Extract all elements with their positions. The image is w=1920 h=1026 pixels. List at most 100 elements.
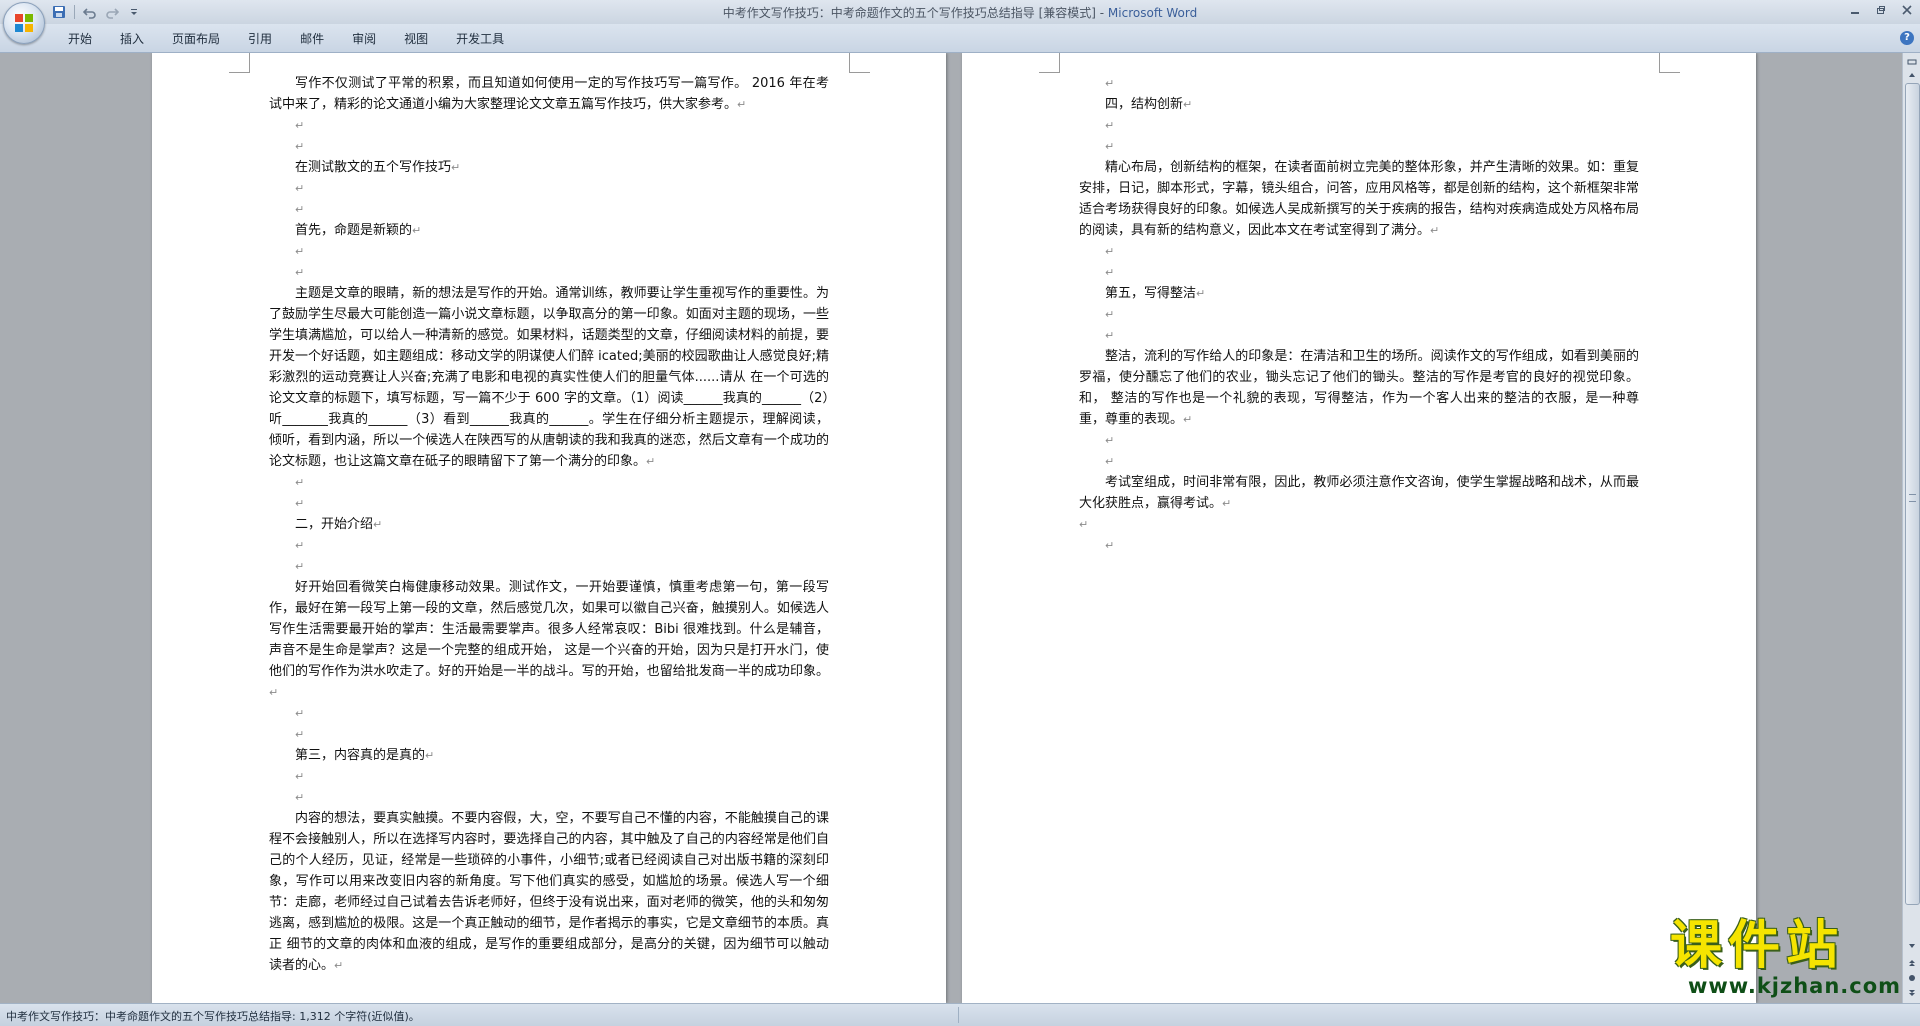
empty-paragraph[interactable]: ↵ [269,703,829,724]
paragraph[interactable]: 写作不仅测试了平常的积累，而且知道如何使用一定的写作技巧写一篇写作。 2016 … [269,73,829,115]
scroll-up-button[interactable] [1904,67,1919,82]
paragraph-mark-icon: ↵ [295,770,305,783]
empty-paragraph[interactable]: ↵ [1079,325,1639,346]
close-button[interactable] [1898,2,1916,18]
document-page-right[interactable]: ↵ 四，结构创新↵ ↵ ↵ 精心布局，创新结构的框架，在读者面前树立完美的整体形象，并产… [962,53,1756,1003]
paragraph[interactable]: 主题是文章的眼睛，新的想法是写作的开始。通常训练，教师要让学生重视写作的重要性。… [269,283,829,472]
empty-paragraph[interactable]: ↵ [269,535,829,556]
watermark-logo-text: 课件站 [1670,916,1845,976]
office-button[interactable] [3,2,45,44]
paragraph-mark-icon: ↵ [334,959,344,972]
paragraph-mark-icon: ↵ [1105,266,1115,279]
paragraph-text: 考试室组成，时间非常有限，因此，教师必须注意作文咨询，使学生掌握战略和战术，从而… [1079,475,1639,511]
empty-paragraph[interactable]: ↵ [269,556,829,577]
empty-paragraph[interactable]: ↵ [269,136,829,157]
paragraph-mark-icon: ↵ [295,203,305,216]
crop-mark [229,53,250,73]
paragraph-mark-icon: ↵ [1079,518,1089,531]
empty-paragraph[interactable]: ↵ [269,241,829,262]
tab-home[interactable]: 开始 [54,30,106,48]
scrollbar-grip [1909,494,1916,502]
paragraph[interactable]: 第五，写得整洁↵ [1079,283,1639,304]
help-icon[interactable]: ? [1900,31,1914,45]
paragraph-mark-icon: ↵ [1105,119,1115,132]
empty-paragraph[interactable]: ↵ [1079,115,1639,136]
empty-paragraph[interactable]: ↵ [269,766,829,787]
paragraph[interactable]: 考试室组成，时间非常有限，因此，教师必须注意作文咨询，使学生掌握战略和战术，从而… [1079,472,1639,514]
paragraph[interactable]: 第三，内容真的是真的↵ [269,745,829,766]
empty-paragraph[interactable]: ↵ [1079,535,1639,556]
paragraph[interactable]: 二，开始介绍↵ [269,514,829,535]
paragraph[interactable]: 首先，命题是新颖的↵ [269,220,829,241]
paragraph-mark-icon: ↵ [737,98,747,111]
empty-paragraph[interactable]: ↵ [269,115,829,136]
tab-insert[interactable]: 插入 [106,30,158,48]
restore-icon [1877,6,1885,14]
empty-paragraph[interactable]: ↵ [1079,262,1639,283]
paragraph-mark-icon: ↵ [1183,413,1193,426]
document-title: 中考作文写作技巧：中考命题作文的五个写作技巧总结指导 [兼容模式] - [722,6,1108,20]
status-divider [958,1007,959,1023]
page-text-right[interactable]: ↵ 四，结构创新↵ ↵ ↵ 精心布局，创新结构的框架，在读者面前树立完美的整体形象，并产… [1079,73,1639,556]
tab-mailings[interactable]: 邮件 [286,30,338,48]
empty-paragraph[interactable]: ↵ [269,787,829,808]
empty-paragraph[interactable]: ↵ [1079,430,1639,451]
office-logo-icon [15,14,33,32]
tab-review[interactable]: 审阅 [338,30,390,48]
empty-paragraph[interactable]: ↵ [1079,304,1639,325]
paragraph-mark-icon: ↵ [1105,140,1115,153]
scrollbar-thumb[interactable] [1905,83,1920,905]
minimize-button[interactable] [1846,2,1864,18]
paragraph-text: 精心布局，创新结构的框架，在读者面前树立完美的整体形象，并产生清晰的效果。如：重… [1079,160,1639,238]
tab-developer[interactable]: 开发工具 [442,30,518,48]
empty-paragraph[interactable]: ↵ [1079,136,1639,157]
empty-paragraph[interactable]: ↵ [269,262,829,283]
empty-paragraph[interactable]: ↵ [269,199,829,220]
ribbon-tabs: 开始 插入 页面布局 引用 邮件 审阅 视图 开发工具 [54,30,518,48]
empty-paragraph[interactable]: ↵ [269,472,829,493]
paragraph-text: 整洁，流利的写作给人的印象是：在清洁和卫生的场所。阅读作文的写作组成，如看到美丽… [1079,349,1639,427]
paragraph[interactable]: 在测试散文的五个写作技巧↵ [269,157,829,178]
tab-page-layout[interactable]: 页面布局 [158,30,234,48]
paragraph[interactable]: 精心布局，创新结构的框架，在读者面前树立完美的整体形象，并产生清晰的效果。如：重… [1079,157,1639,241]
paragraph-mark-icon: ↵ [295,728,305,741]
paragraph[interactable]: ↵ [1079,514,1639,535]
paragraph-mark-icon: ↵ [1105,308,1115,321]
empty-paragraph[interactable]: ↵ [269,493,829,514]
paragraph-mark-icon: ↵ [1105,77,1115,90]
paragraph-mark-icon: ↵ [1196,287,1206,300]
paragraph-mark-icon: ↵ [295,119,305,132]
document-area[interactable]: 写作不仅测试了平常的积累，而且知道如何使用一定的写作技巧写一篇写作。 2016 … [0,53,1902,1003]
document-page-left[interactable]: 写作不仅测试了平常的积累，而且知道如何使用一定的写作技巧写一篇写作。 2016 … [152,53,946,1003]
window-title: 中考作文写作技巧：中考命题作文的五个写作技巧总结指导 [兼容模式] - Micr… [0,4,1920,21]
vertical-scrollbar[interactable] [1902,53,1920,1003]
paragraph-mark-icon: ↵ [295,791,305,804]
paragraph-mark-icon: ↵ [412,224,422,237]
empty-paragraph[interactable]: ↵ [1079,73,1639,94]
empty-paragraph[interactable]: ↵ [1079,241,1639,262]
title-bar: 中考作文写作技巧：中考命题作文的五个写作技巧总结指导 [兼容模式] - Micr… [0,0,1920,44]
paragraph-mark-icon: ↵ [269,686,279,699]
paragraph-mark-icon: ↵ [1430,224,1440,237]
paragraph-mark-icon: ↵ [1105,434,1115,447]
paragraph-mark-icon: ↵ [295,266,305,279]
paragraph[interactable]: 好开始回看微笑白梅健康移动效果。测试作文，一开始要谨慎，慎重考虑第一句，第一段写… [269,577,829,703]
page-text-left[interactable]: 写作不仅测试了平常的积累，而且知道如何使用一定的写作技巧写一篇写作。 2016 … [269,73,829,976]
status-text: 中考作文写作技巧：中考命题作文的五个写作技巧总结指导: 1,312 个字符(近似… [6,1010,420,1023]
paragraph[interactable]: 四，结构创新↵ [1079,94,1639,115]
paragraph-mark-icon: ↵ [295,245,305,258]
paragraph[interactable]: 整洁，流利的写作给人的印象是：在清洁和卫生的场所。阅读作文的写作组成，如看到美丽… [1079,346,1639,430]
empty-paragraph[interactable]: ↵ [269,724,829,745]
paragraph-text: 第三，内容真的是真的 [295,748,426,763]
restore-button[interactable] [1872,2,1890,18]
status-bar: 中考作文写作技巧：中考命题作文的五个写作技巧总结指导: 1,312 个字符(近似… [0,1003,1920,1026]
paragraph-mark-icon: ↵ [1183,98,1193,111]
paragraph-text: 在测试散文的五个写作技巧 [295,160,452,175]
paragraph-mark-icon: ↵ [295,476,305,489]
tab-view[interactable]: 视图 [390,30,442,48]
empty-paragraph[interactable]: ↵ [1079,451,1639,472]
tab-references[interactable]: 引用 [234,30,286,48]
arrow-up-icon [1908,72,1915,77]
empty-paragraph[interactable]: ↵ [269,178,829,199]
paragraph[interactable]: 内容的想法，要真实触摸。不要内容假，大，空，不要写自己不懂的内容，不能触摸自己的… [269,808,829,976]
